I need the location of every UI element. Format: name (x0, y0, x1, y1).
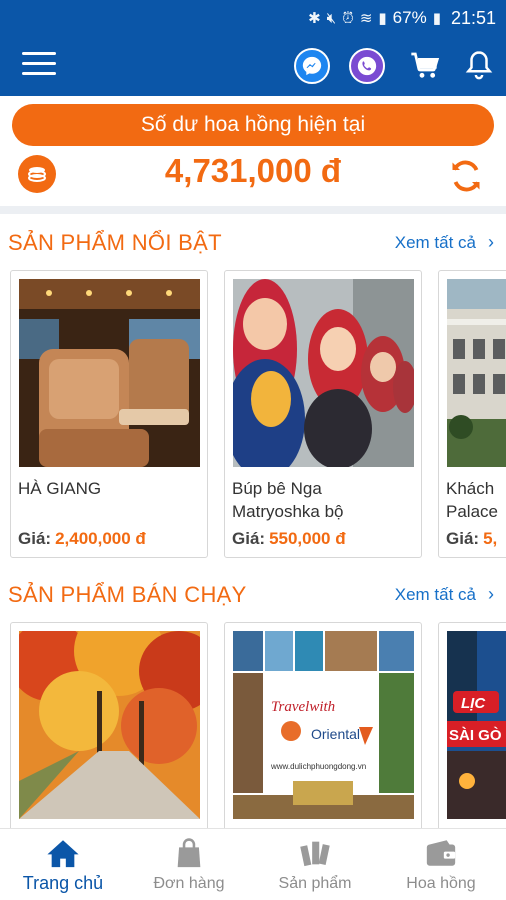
product-image-matryoshka (233, 279, 414, 467)
chevron-right-icon: › (488, 232, 494, 252)
nav-home[interactable]: Trang chủ (0, 829, 126, 900)
product-card[interactable]: LỊC SÀI GÒ (438, 622, 506, 828)
saigon-image-text-1: LỊC (461, 695, 486, 712)
product-image-travel-collage: Travelwith Oriental www.dulichphuongdong… (233, 631, 414, 819)
nav-home-label: Trang chủ (22, 873, 104, 893)
mute-icon: 🔇︎ (326, 9, 337, 27)
menu-icon[interactable] (22, 52, 56, 80)
messenger-icon[interactable] (294, 48, 330, 84)
commission-balance-amount: 4,731,000 đ (164, 152, 342, 189)
best-selling-section-title: SẢN PHẨM BÁN CHẠY (8, 582, 247, 607)
alarm-icon: ⏰︎ (342, 9, 354, 27)
battery-icon: ▮ (432, 10, 441, 27)
nav-orders[interactable]: Đơn hàng (126, 829, 252, 900)
product-price: Giá: 2,400,000 đ (18, 529, 146, 548)
travelwith-logo-text: Travelwith (271, 699, 335, 715)
featured-see-all-link[interactable]: Xem tất cả › (395, 232, 494, 253)
app-bar (0, 36, 506, 96)
featured-products-row[interactable]: HÀ GIANG Giá: 2,400,000 đ Búp bê Nga Matr… (0, 270, 506, 562)
product-card[interactable]: HÀ GIANG Giá: 2,400,000 đ (10, 270, 208, 558)
viber-icon[interactable] (349, 48, 385, 84)
product-name: HÀ GIANG (18, 479, 102, 498)
saigon-image-text-2: SÀI GÒ (449, 726, 502, 744)
wifi-icon: ≋ (359, 10, 373, 27)
oriental-logo-text: Oriental (311, 726, 360, 742)
see-all-label: Xem tất cả (394, 232, 476, 252)
clock: 21:51 (450, 7, 496, 28)
product-image-palace-hotel (447, 279, 506, 467)
product-price: Giá: 550,000 đ (232, 529, 346, 548)
home-icon (46, 837, 80, 869)
best-selling-see-all-link[interactable]: Xem tất cả › (395, 584, 494, 605)
bell-icon[interactable] (464, 48, 494, 82)
nav-commission[interactable]: Hoa hồng (378, 829, 504, 900)
nav-products-label: Sản phẩm (278, 875, 352, 892)
see-all-label: Xem tất cả (394, 584, 476, 604)
shopping-bag-icon (172, 837, 206, 869)
section-divider (0, 206, 506, 214)
product-card[interactable]: Travelwith Oriental www.dulichphuongdong… (224, 622, 422, 828)
commission-balance-label[interactable]: Số dư hoa hồng hiện tại (12, 104, 494, 146)
battery-percent: 67% (392, 8, 427, 27)
product-image-limousine-seats (19, 279, 200, 467)
product-card[interactable] (10, 622, 208, 828)
cart-icon[interactable] (410, 50, 442, 82)
product-card[interactable]: Búp bê Nga Matryoshka bộ Giá: 550,000 đ (224, 270, 422, 558)
bluetooth-icon: ✱ (308, 10, 321, 27)
wallet-icon (424, 837, 458, 869)
product-price: Giá: 5, (446, 529, 498, 548)
featured-section-title: SẢN PHẨM NỔI BẬT (8, 230, 222, 255)
product-name: Búp bê Nga Matryoshka bộ (232, 479, 344, 521)
nav-commission-label: Hoa hồng (406, 875, 476, 892)
best-selling-products-row[interactable]: Travelwith Oriental www.dulichphuongdong… (0, 622, 506, 828)
signal-icon: ▮ (378, 10, 387, 27)
products-icon (298, 837, 332, 869)
product-card[interactable]: Khách Palace Giá: 5, (438, 270, 506, 558)
product-image-autumn-trees (19, 631, 200, 819)
nav-products[interactable]: Sản phẩm (252, 829, 378, 900)
bottom-navigation: Trang chủ Đơn hàng Sản phẩm Hoa hồng (0, 828, 506, 900)
status-bar: ✱ 🔇︎ ⏰︎ ≋ ▮ 67% ▮ 21:51 (0, 0, 506, 36)
nav-orders-label: Đơn hàng (153, 875, 225, 892)
chevron-right-icon: › (488, 584, 494, 604)
product-image-saigon: LỊC SÀI GÒ (447, 631, 506, 819)
product-name: Khách Palace (446, 479, 498, 521)
refresh-icon[interactable] (448, 158, 484, 194)
website-text: www.dulichphuongdong.vn (270, 762, 366, 771)
